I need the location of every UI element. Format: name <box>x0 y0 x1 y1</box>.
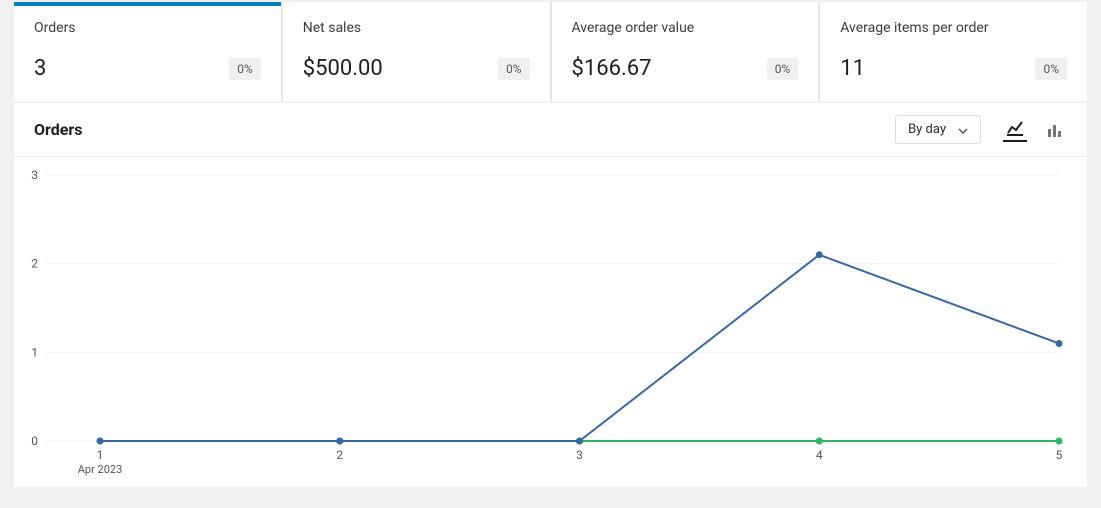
svg-text:2: 2 <box>336 448 343 462</box>
svg-text:1: 1 <box>97 448 104 462</box>
interval-label: By day <box>908 122 946 137</box>
bar-chart-icon[interactable] <box>1043 118 1067 142</box>
svg-text:3: 3 <box>576 448 583 462</box>
chevron-down-icon <box>958 125 968 135</box>
stat-delta: 0% <box>767 58 799 80</box>
stat-value: 3 <box>34 56 46 81</box>
svg-text:3: 3 <box>31 168 38 182</box>
chart-title: Orders <box>34 120 895 139</box>
stat-label: Orders <box>34 20 261 36</box>
stat-value: $166.67 <box>572 56 652 81</box>
chart-body: 0 1 2 3 1 2 3 4 5 Apr 2023 <box>14 157 1087 487</box>
stat-label: Average items per order <box>840 20 1067 36</box>
stat-delta: 0% <box>498 58 530 80</box>
chart-panel: Orders By day <box>14 103 1087 487</box>
chart-type-toggle <box>1003 118 1067 142</box>
stat-value: 11 <box>840 56 865 81</box>
svg-text:5: 5 <box>1056 448 1063 462</box>
stat-card-net-sales[interactable]: Net sales $500.00 0% <box>283 2 550 101</box>
stat-card-orders[interactable]: Orders 3 0% <box>14 2 281 101</box>
line-chart-icon[interactable] <box>1003 118 1027 142</box>
svg-text:4: 4 <box>816 448 823 462</box>
stat-delta: 0% <box>229 58 261 80</box>
svg-text:Apr 2023: Apr 2023 <box>78 463 123 476</box>
stats-summary: Orders 3 0% Net sales $500.00 0% Average… <box>14 2 1087 101</box>
stat-card-avg-items[interactable]: Average items per order 11 0% <box>820 2 1087 101</box>
svg-text:2: 2 <box>31 257 38 271</box>
svg-text:0: 0 <box>31 434 38 448</box>
interval-select[interactable]: By day <box>895 115 981 144</box>
stat-delta: 0% <box>1035 58 1067 80</box>
stat-card-avg-order-value[interactable]: Average order value $166.67 0% <box>552 2 819 101</box>
stat-label: Average order value <box>572 20 799 36</box>
stat-value: $500.00 <box>303 56 383 81</box>
svg-text:1: 1 <box>31 345 38 359</box>
stat-label: Net sales <box>303 20 530 36</box>
orders-chart: 0 1 2 3 1 2 3 4 5 Apr 2023 <box>22 167 1067 477</box>
